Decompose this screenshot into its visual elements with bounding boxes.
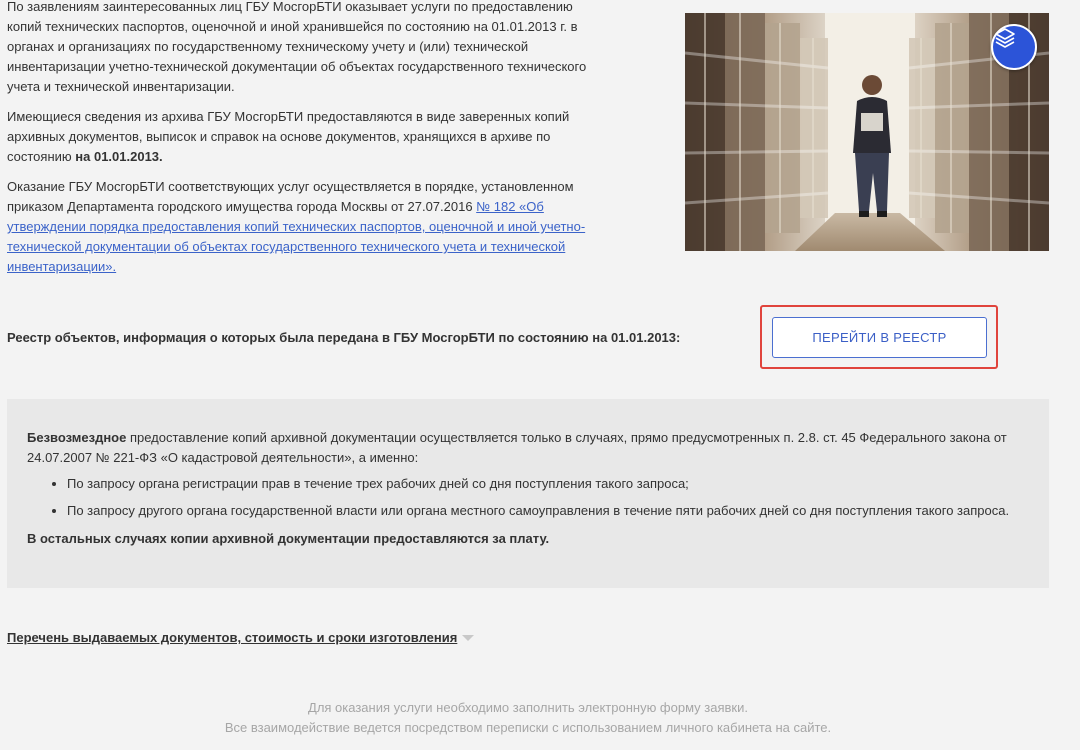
free-provision-list: По запросу органа регистрации прав в теч… (27, 474, 1029, 521)
layers-button[interactable] (991, 24, 1037, 70)
list-item: По запросу органа регистрации прав в теч… (67, 474, 1029, 494)
layers-icon (995, 28, 1015, 48)
intro-paragraph-2: Имеющиеся сведения из архива ГБУ МосгорБ… (7, 107, 597, 167)
footer-line-1: Для оказания услуги необходимо заполнить… (308, 700, 748, 715)
intro-date: на 01.01.2013. (75, 149, 163, 164)
go-to-registry-button[interactable]: ПЕРЕЙТИ В РЕЕСТР (772, 317, 987, 358)
archive-photo (685, 13, 1049, 251)
paid-provision-note: В остальных случаях копии архивной докум… (27, 531, 550, 546)
free-provision-text: предоставление копий архивной документац… (27, 430, 1007, 465)
list-item: По запросу другого органа государственно… (67, 501, 1029, 521)
free-provision-lead: Безвозмездное предоставление копий архив… (27, 428, 1029, 468)
footer-note: Для оказания услуги необходимо заполнить… (0, 698, 1056, 738)
intro-text: По заявлениям заинтересованных лиц ГБУ М… (7, 0, 597, 287)
intro-paragraph-3: Оказание ГБУ МосгорБТИ соответствующих у… (7, 177, 597, 277)
documents-list-label[interactable]: Перечень выдаваемых документов, стоимост… (7, 628, 457, 648)
documents-list-toggle[interactable]: Перечень выдаваемых документов, стоимост… (7, 628, 475, 648)
registry-label: Реестр объектов, информация о которых бы… (7, 330, 681, 345)
footer-line-2: Все взаимодействие ведется посредством п… (224, 720, 832, 735)
free-provision-info-box: Безвозмездное предоставление копий архив… (7, 399, 1049, 588)
chevron-down-icon[interactable] (462, 635, 475, 641)
free-provision-bold: Безвозмездное (27, 430, 127, 445)
intro-paragraph-1: По заявлениям заинтересованных лиц ГБУ М… (7, 0, 587, 94)
